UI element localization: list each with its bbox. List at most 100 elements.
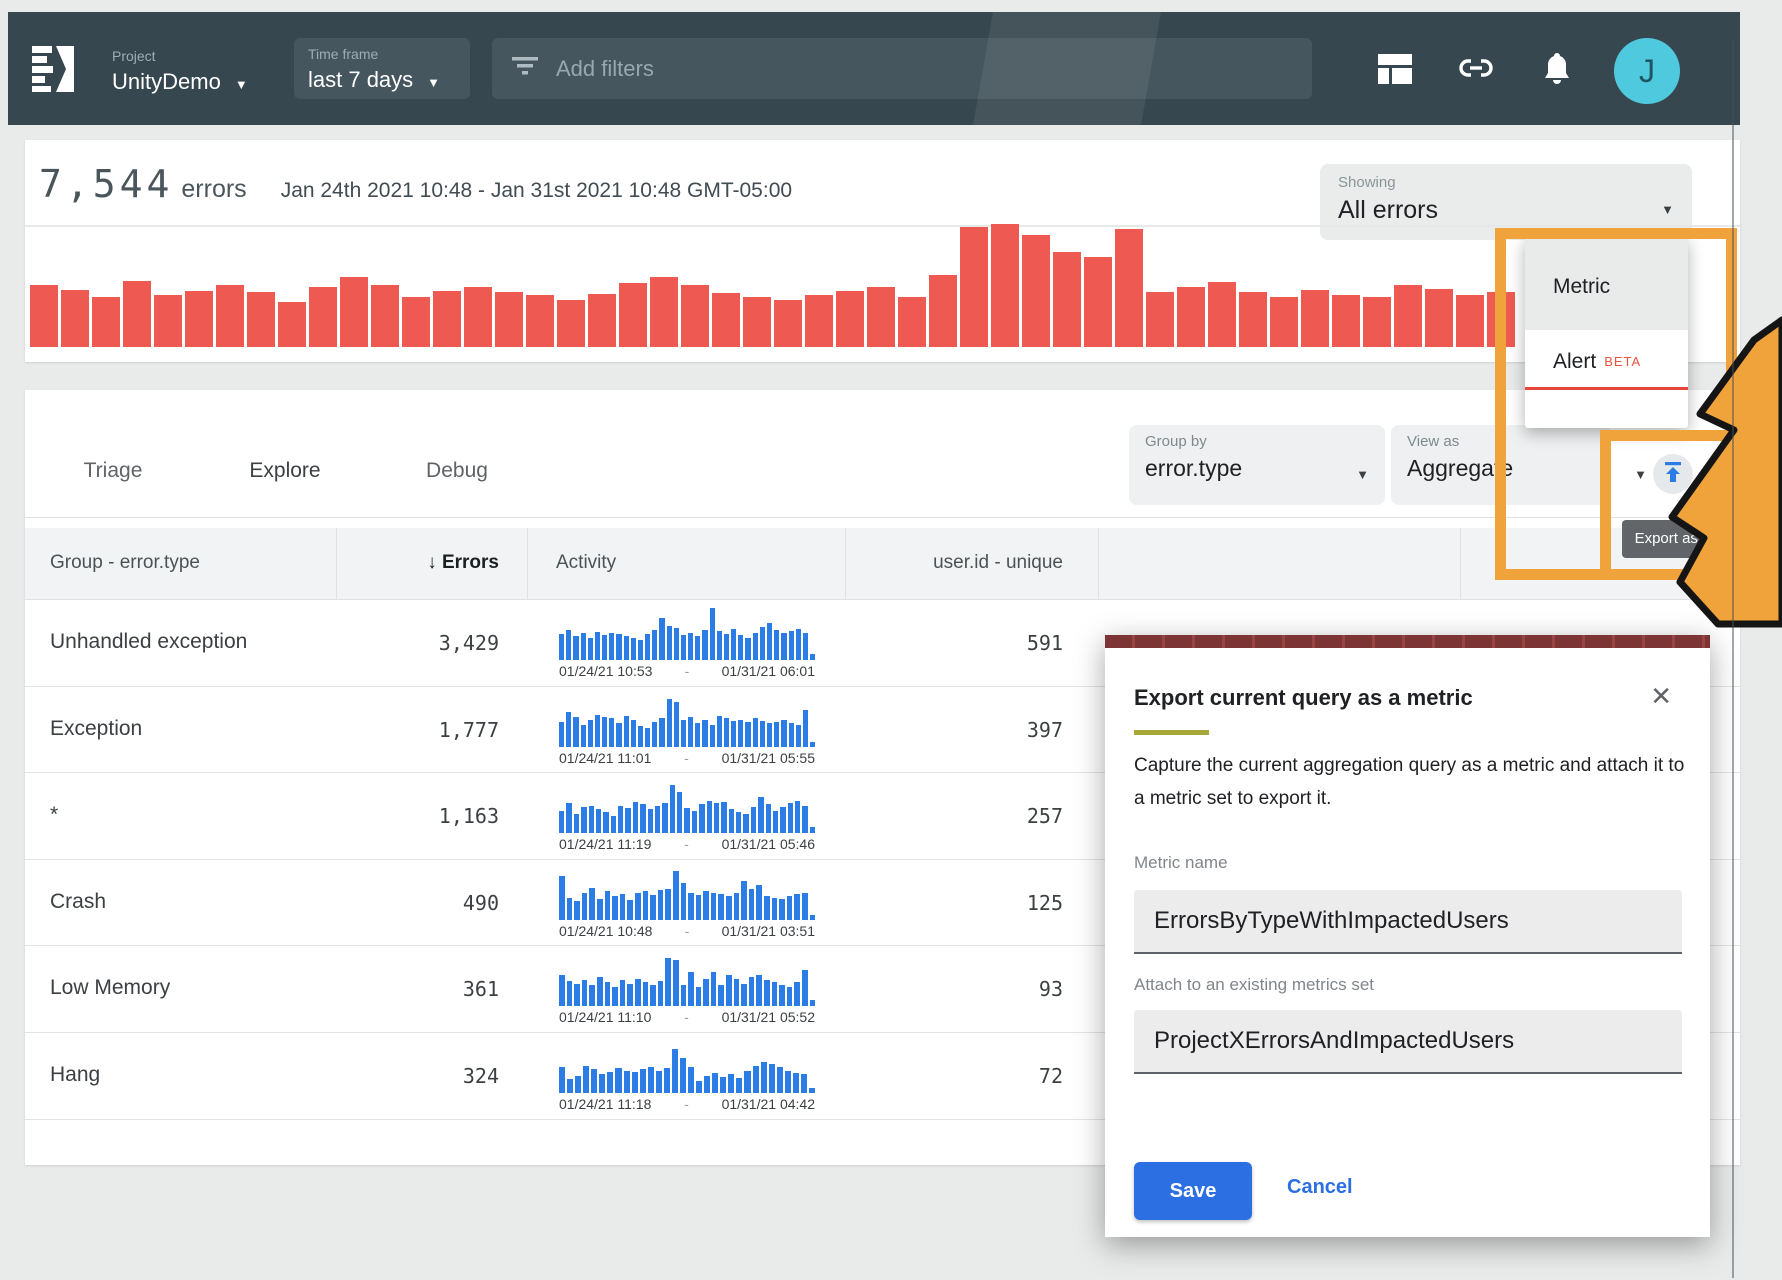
histogram-bar[interactable] [1208,282,1236,347]
histogram-bar[interactable] [650,277,678,347]
histogram-bar[interactable] [1084,257,1112,347]
histogram-bar[interactable] [340,277,368,347]
metric-name-field[interactable] [1134,890,1682,954]
activity-end: 01/31/21 06:01 [722,663,815,679]
histogram-bar[interactable] [216,285,244,347]
histogram-bar[interactable] [92,297,120,347]
bell-icon[interactable] [1542,52,1576,82]
avatar[interactable]: J [1614,38,1680,104]
histogram-bar[interactable] [898,297,926,347]
histogram-bar[interactable] [1053,252,1081,347]
sparkline-bar [632,1072,638,1093]
histogram-bar[interactable] [61,290,89,347]
histogram-bar[interactable] [1270,297,1298,347]
histogram-bar[interactable] [1239,292,1267,347]
histogram-bar[interactable] [309,287,337,347]
histogram-bar[interactable] [557,300,585,347]
metric-name-label: Metric name [1134,853,1228,873]
histogram-bar[interactable] [805,295,833,347]
menu-item-alert[interactable]: AlertBETA [1525,330,1688,390]
sparkline-bar [692,811,697,833]
add-filters-input[interactable]: Add filters [492,38,1312,99]
histogram-bar[interactable] [278,302,306,347]
histogram-bar[interactable] [960,227,988,347]
histogram-bar[interactable] [433,291,461,347]
sparkline-bar [645,728,650,747]
histogram-bar[interactable] [991,224,1019,347]
activity-start: 01/24/21 11:10 [559,1009,651,1025]
col-activity[interactable]: Activity [556,552,616,574]
export-as-button[interactable] [1653,454,1693,494]
tab-explore[interactable]: Explore [199,425,371,517]
sparkline-bar [574,901,580,920]
histogram-bar[interactable] [402,297,430,347]
view-as-value: Aggregate [1407,455,1595,482]
cancel-button[interactable]: Cancel [1287,1176,1353,1199]
histogram-bar[interactable] [1146,292,1174,347]
sparkline-bar [710,608,715,660]
histogram-bar[interactable] [1487,292,1515,347]
histogram-bar[interactable] [929,275,957,347]
histogram-bar[interactable] [836,291,864,347]
histogram-bar[interactable] [681,285,709,347]
histogram-bar[interactable] [185,291,213,347]
histogram-bar[interactable] [526,295,554,347]
dot-separator: - [684,750,689,766]
group-value: Hang [50,1063,100,1087]
save-button[interactable]: Save [1134,1162,1252,1220]
histogram-bar[interactable] [712,293,740,347]
tab-triage[interactable]: Triage [27,425,199,517]
sort-desc-icon[interactable]: ↓ [427,552,437,573]
sparkline-bar [648,809,653,833]
histogram-bar[interactable] [1332,295,1360,347]
histogram-bar[interactable] [1022,235,1050,347]
col-errors[interactable]: Errors [442,552,499,573]
histogram-bar[interactable] [867,287,895,347]
histogram-bar[interactable] [1456,295,1484,347]
histogram-bar[interactable] [495,292,523,347]
sparkline-bar [665,889,671,920]
histogram-bar[interactable] [1425,289,1453,347]
histogram-bar[interactable] [464,287,492,347]
view-as-selector[interactable]: View as Aggregate ▼ [1391,425,1611,505]
histogram-bar[interactable] [371,285,399,347]
histogram-bar[interactable] [1177,287,1205,347]
histogram-bar[interactable] [743,297,771,347]
sparkline-bar [674,628,679,660]
group-by-selector[interactable]: Group by error.type ▼ [1129,425,1385,505]
sparkline-bar [769,1064,775,1093]
attach-label: Attach to an existing metrics set [1134,975,1374,995]
histogram-bar[interactable] [154,295,182,347]
chevron-down-icon: ▼ [427,75,440,90]
group-by-value: error.type [1145,455,1369,482]
histogram-bar[interactable] [30,285,58,347]
sparkline-bar [638,726,643,747]
histogram-bar[interactable] [247,292,275,347]
error-histogram[interactable] [30,224,1530,347]
tab-debug[interactable]: Debug [371,425,543,517]
histogram-bar[interactable] [774,300,802,347]
dashboard-layout-icon[interactable] [1378,54,1412,84]
menu-item-metric[interactable]: Metric [1525,237,1688,330]
histogram-bar[interactable] [1301,290,1329,347]
metrics-set-field[interactable] [1134,1010,1682,1074]
col-group[interactable]: Group - error.type [50,552,200,574]
histogram-bar[interactable] [1394,285,1422,347]
sparkline-bar [781,720,786,747]
sparkline-bar [620,894,626,920]
col-users[interactable]: user.id - unique [863,552,1063,574]
histogram-bar[interactable] [123,281,151,347]
histogram-bar[interactable] [1363,297,1391,347]
timeframe-selector[interactable]: Time frame last 7 days▼ [294,38,470,99]
histogram-bar[interactable] [619,283,647,347]
sparkline-bar [595,715,600,747]
project-selector[interactable]: Project UnityDemo▼ [112,48,248,95]
sparkline-bar [729,809,734,833]
group-by-label: Group by [1145,433,1369,450]
link-icon[interactable] [1458,58,1492,88]
histogram-bar[interactable] [588,294,616,347]
close-icon[interactable]: ✕ [1650,681,1672,712]
histogram-bar[interactable] [1115,229,1143,347]
sparkline-bar [655,806,660,833]
sparkline-bar [787,896,793,920]
